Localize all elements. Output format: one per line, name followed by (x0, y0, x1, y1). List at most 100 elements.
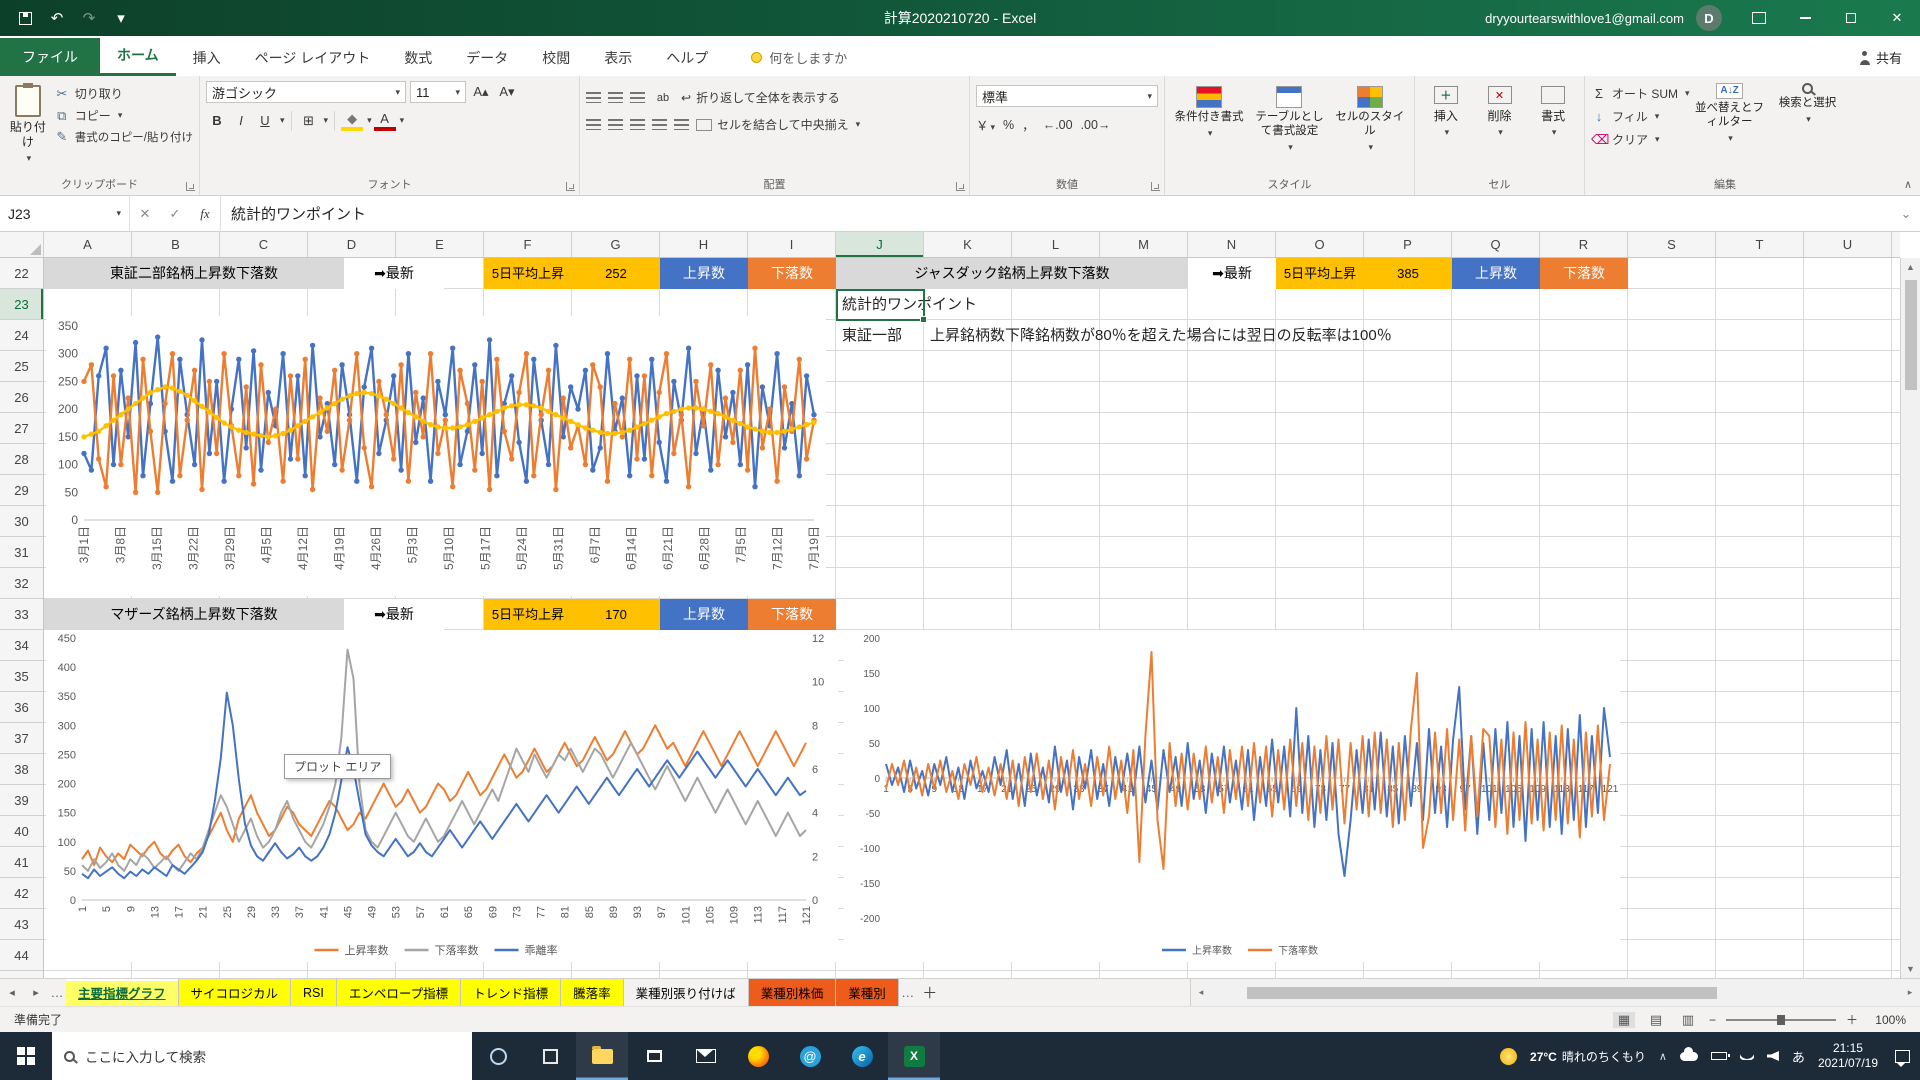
row-header-41[interactable]: 41 (0, 847, 43, 878)
row-header-28[interactable]: 28 (0, 444, 43, 475)
align-right-icon[interactable] (630, 119, 645, 130)
new-sheet-button[interactable]: ＋ (917, 979, 943, 1006)
italic-button[interactable]: I (230, 110, 252, 131)
row-header-44[interactable]: 44 (0, 940, 43, 971)
sheet-tab-騰落率[interactable]: 騰落率 (561, 979, 624, 1006)
find-select-button[interactable]: 検索と選択 ▾ (1772, 83, 1844, 175)
column-header-P[interactable]: P (1364, 232, 1452, 257)
page-break-view-button[interactable]: ▥ (1677, 1012, 1699, 1028)
taskbar-app-explorer[interactable] (576, 1032, 628, 1080)
row-header-25[interactable]: 25 (0, 351, 43, 382)
format-cells-button[interactable]: 書式 ▾ (1528, 81, 1578, 175)
sheet-tab-業種別張り付けば[interactable]: 業種別張り付けば (624, 979, 749, 1006)
tab-校閲[interactable]: 校閲 (525, 40, 587, 76)
column-header-S[interactable]: S (1628, 232, 1716, 257)
weather-widget[interactable]: 27°C晴れのちくもり (1530, 1048, 1646, 1065)
sort-filter-button[interactable]: A↓Z 並べ替えとフィルター ▾ (1694, 83, 1766, 175)
row-header-43[interactable]: 43 (0, 909, 43, 940)
conditional-formatting-button[interactable]: 条件付き書式 ▾ (1171, 81, 1247, 175)
cell-tosho2-avg-label[interactable]: 5日平均上昇 (484, 258, 572, 289)
increase-decimal-button[interactable]: ←.00 (1043, 118, 1073, 132)
account-email[interactable]: dryyourtearswithlove1@gmail.com (1485, 11, 1684, 26)
selected-cell-j23[interactable] (836, 289, 925, 321)
row-header-23[interactable]: 23 (0, 289, 43, 320)
scroll-right-icon[interactable]: ▸ (1900, 987, 1920, 998)
tab-データ[interactable]: データ (449, 40, 525, 76)
sheet-scroll-right[interactable]: ▸ (24, 979, 48, 1006)
tab-file[interactable]: ファイル (0, 38, 100, 76)
column-header-L[interactable]: L (1012, 232, 1100, 257)
font-size-select[interactable]: 11▾ (410, 81, 466, 103)
column-header-I[interactable]: I (748, 232, 836, 257)
paste-button[interactable]: 貼り付け ▾ (6, 81, 50, 175)
accounting-format-button[interactable]: ￥▾ (976, 115, 995, 134)
row-header-33[interactable]: 33 (0, 599, 43, 630)
volume-icon[interactable] (1767, 1051, 1779, 1061)
indent-decrease-icon[interactable] (652, 119, 667, 130)
chart-tosho2[interactable]: 0501001502002503003503月1日3月8日3月15日3月22日3… (46, 316, 826, 596)
cell-mothers-title[interactable]: マザーズ銘柄上昇数下落数 (44, 599, 344, 630)
ribbon-display-options-icon[interactable] (1752, 12, 1766, 24)
zoom-slider[interactable] (1726, 1019, 1836, 1021)
column-header-E[interactable]: E (396, 232, 484, 257)
taskbar-app-firefox[interactable] (732, 1032, 784, 1080)
taskbar-app-store[interactable] (628, 1032, 680, 1080)
cell-j24[interactable]: 東証一部 (842, 320, 902, 351)
sheet-overflow-right[interactable]: … (899, 979, 917, 1006)
bold-button[interactable]: B (206, 110, 228, 131)
formula-input[interactable]: 統計的ワンポイント (220, 196, 1892, 231)
row-header-34[interactable]: 34 (0, 630, 43, 661)
customize-qat-button[interactable]: ▾ (106, 3, 136, 33)
scroll-up-icon[interactable]: ▲ (1901, 258, 1920, 276)
row-header-31[interactable]: 31 (0, 537, 43, 568)
row-header-32[interactable]: 32 (0, 568, 43, 599)
underline-button[interactable]: U (254, 110, 276, 131)
page-layout-view-button[interactable]: ▤ (1645, 1012, 1667, 1028)
cell-mothers-down[interactable]: 下落数 (748, 599, 836, 630)
format-as-table-button[interactable]: テーブルとして書式設定 ▾ (1251, 81, 1327, 175)
column-header-D[interactable]: D (308, 232, 396, 257)
align-left-icon[interactable] (586, 119, 601, 130)
cell-jasdaq-latest[interactable]: ➡最新 (1188, 258, 1276, 289)
number-format-select[interactable]: 標準▾ (976, 85, 1158, 107)
row-header-36[interactable]: 36 (0, 692, 43, 723)
start-button[interactable] (0, 1032, 52, 1080)
align-bottom-icon[interactable] (630, 92, 645, 103)
taskbar-app-excel[interactable]: X (888, 1032, 940, 1080)
column-header-J[interactable]: J (836, 232, 924, 257)
orientation-button[interactable]: ab (652, 87, 674, 108)
enter-button[interactable]: ✓ (160, 196, 190, 231)
row-header-22[interactable]: 22 (0, 258, 43, 289)
taskbar-app-task-view[interactable] (524, 1032, 576, 1080)
cell-jasdaq-avg-label[interactable]: 5日平均上昇 (1276, 258, 1364, 289)
column-header-M[interactable]: M (1100, 232, 1188, 257)
tab-挿入[interactable]: 挿入 (176, 40, 238, 76)
row-header-30[interactable]: 30 (0, 506, 43, 537)
row-header-39[interactable]: 39 (0, 785, 43, 816)
increase-font-button[interactable]: A▴ (470, 82, 492, 103)
row-header-26[interactable]: 26 (0, 382, 43, 413)
cell-mothers-avg-label[interactable]: 5日平均上昇 (484, 599, 572, 630)
row-header-40[interactable]: 40 (0, 816, 43, 847)
alignment-dialog-launcher[interactable] (956, 182, 965, 191)
clipboard-dialog-launcher[interactable] (186, 182, 195, 191)
column-header-K[interactable]: K (924, 232, 1012, 257)
scroll-down-icon[interactable]: ▼ (1901, 960, 1920, 978)
minimize-button[interactable] (1782, 0, 1828, 36)
fill-button[interactable]: ↓フィル▾ (1591, 108, 1690, 125)
onedrive-icon[interactable] (1680, 1052, 1698, 1061)
column-header-B[interactable]: B (132, 232, 220, 257)
font-dialog-launcher[interactable] (566, 182, 575, 191)
fill-handle[interactable] (920, 316, 927, 323)
sheet-scroll-left[interactable]: ◂ (0, 979, 24, 1006)
comma-style-button[interactable]: ， (1022, 115, 1035, 134)
tray-chevron-icon[interactable]: ∧ (1659, 1050, 1667, 1063)
cell-mothers-latest[interactable]: ➡最新 (344, 599, 444, 630)
taskbar-app-cortana[interactable] (472, 1032, 524, 1080)
taskbar-app-mail[interactable] (680, 1032, 732, 1080)
zoom-out-button[interactable]: − (1709, 1013, 1716, 1027)
sheet-tab-RSI[interactable]: RSI (291, 979, 337, 1006)
tab-ページ レイアウト[interactable]: ページ レイアウト (238, 40, 388, 76)
row-header-37[interactable]: 37 (0, 723, 43, 754)
cell-tosho2-avg-value[interactable]: 252 (572, 258, 660, 289)
